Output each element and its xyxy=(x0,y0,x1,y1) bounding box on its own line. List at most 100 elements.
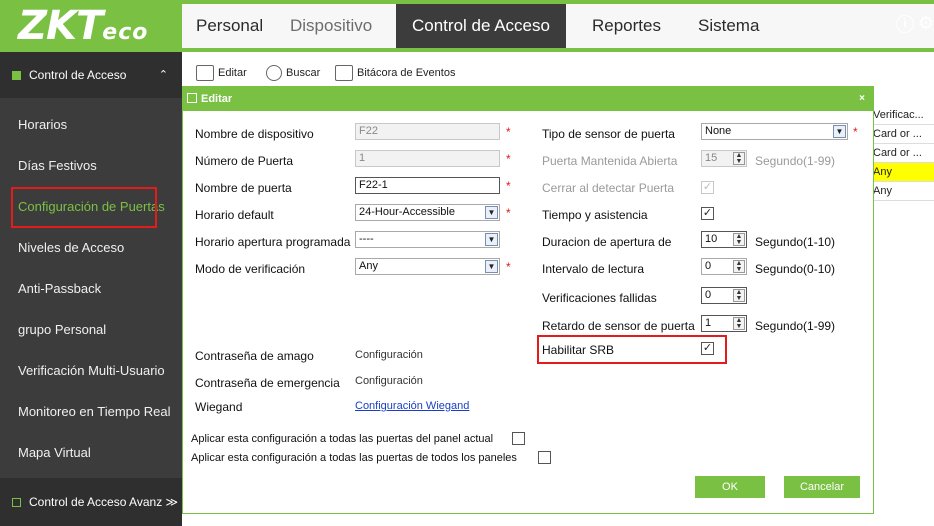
required-mark: * xyxy=(506,179,511,193)
sidebar-item-niveles-acceso[interactable]: Niveles de Acceso xyxy=(0,228,182,268)
event-log-button[interactable]: Bitácora de Eventos xyxy=(335,60,455,86)
spinner-icon[interactable]: ▲ ▼ xyxy=(733,289,745,302)
spinner-icon[interactable]: ▲ ▼ xyxy=(733,233,745,246)
close-icon[interactable]: × xyxy=(859,87,865,111)
cancel-button[interactable]: Cancelar xyxy=(784,476,860,498)
open-duration-label: Duracion de apertura de xyxy=(542,235,672,249)
apply-panel-label: Aplicar esta configuración a todas las p… xyxy=(191,433,494,445)
duress-password-label: Contraseña de amago xyxy=(195,349,314,363)
read-interval-label: Intervalo de lectura xyxy=(542,262,645,276)
sidebar-item-horarios[interactable]: Horarios xyxy=(0,105,182,145)
sidebar-item-monitoreo[interactable]: Monitoreo en Tiempo Real xyxy=(0,392,182,432)
sensor-delay-label: Retardo de sensor de puerta xyxy=(542,319,695,333)
open-schedule-label: Horario apertura programada xyxy=(195,235,351,249)
required-mark: * xyxy=(506,260,511,274)
brand-logo: ZKTeco xyxy=(0,0,182,52)
edit-button[interactable]: Editar xyxy=(196,60,247,86)
open-schedule-select[interactable]: ---- ▼ xyxy=(355,231,500,248)
door-number-field: 1 xyxy=(355,150,500,167)
held-open-label: Puerta Mantenida Abierta xyxy=(542,154,678,168)
menu-sistema[interactable]: Sistema xyxy=(698,4,759,48)
sensor-delay-unit: Segundo(1-99) xyxy=(755,319,836,333)
sidebar-item-dias-festivos[interactable]: Días Festivos xyxy=(0,146,182,186)
held-open-unit: Segundo(1-99) xyxy=(755,154,836,168)
verify-mode-value: Any xyxy=(359,260,378,272)
read-interval-value: 0 xyxy=(705,260,712,272)
read-interval-stepper[interactable]: 0 ▲ ▼ xyxy=(701,258,747,275)
door-number-label: Número de Puerta xyxy=(195,154,294,168)
table-cell[interactable]: Any xyxy=(870,182,934,201)
wiegand-config-link[interactable]: Configuración Wiegand xyxy=(355,400,469,412)
menu-personal[interactable]: Personal xyxy=(196,4,263,48)
edit-icon xyxy=(196,65,214,82)
emergency-password-config[interactable]: Configuración xyxy=(355,375,423,387)
verify-mode-select[interactable]: Any ▼ xyxy=(355,258,500,275)
spinner-icon[interactable]: ▲ ▼ xyxy=(733,260,745,273)
table-cell[interactable]: Any xyxy=(870,163,934,182)
menu-dispositivo[interactable]: Dispositivo xyxy=(290,4,372,48)
default-schedule-label: Horario default xyxy=(195,208,274,222)
door-table-peek: Verificac... Card or ... Card or ... Any… xyxy=(870,106,934,201)
sidebar-item-mapa-virtual[interactable]: Mapa Virtual xyxy=(0,433,182,473)
edit-door-dialog: Editar × Nombre de dispositivo F22 * Núm… xyxy=(182,86,874,514)
open-duration-stepper[interactable]: 10 ▲ ▼ xyxy=(701,231,747,248)
spinner-icon: ▲ ▼ xyxy=(733,152,745,165)
sidebar-footer-section[interactable]: Control de Acceso Avanz ≫ xyxy=(0,478,182,526)
verify-mode-label: Modo de verificación xyxy=(195,262,306,276)
module-icon xyxy=(12,71,21,81)
dropdown-arrow-icon: ▼ xyxy=(485,260,498,273)
door-name-label: Nombre de puerta xyxy=(195,181,292,195)
sidebar-item-anti-passback[interactable]: Anti-Passback xyxy=(0,269,182,309)
failed-verifications-stepper[interactable]: 0 ▲ ▼ xyxy=(701,287,747,304)
gear-icon[interactable]: ⚙ xyxy=(918,13,934,33)
selection-highlight-box xyxy=(11,187,157,228)
sensor-type-select[interactable]: None ▼ xyxy=(701,123,848,140)
spinner-icon[interactable]: ▲ ▼ xyxy=(733,317,745,330)
close-detect-label: Cerrar al detectar Puerta xyxy=(542,181,675,195)
ok-button[interactable]: OK xyxy=(695,476,765,498)
search-button[interactable]: Buscar xyxy=(266,60,320,86)
time-attendance-label: Tiempo y asistencia xyxy=(542,208,648,222)
dropdown-arrow-icon: ▼ xyxy=(485,206,498,219)
sidebar-item-multi-usuario[interactable]: Verificación Multi-Usuario xyxy=(0,351,182,391)
main-menu: Personal Dispositivo Control de Acceso R… xyxy=(182,4,934,48)
door-name-field[interactable]: F22-1 xyxy=(355,177,500,194)
required-mark: * xyxy=(853,125,858,139)
sidebar-section-header[interactable]: Control de Acceso ⌃ xyxy=(0,52,182,98)
failed-verifications-value: 0 xyxy=(705,289,712,301)
sidebar: Control de Acceso ⌃ Horarios Días Festiv… xyxy=(0,52,182,526)
apply-all-label: Aplicar esta configuración a todas las p… xyxy=(191,452,517,464)
sensor-type-value: None xyxy=(705,125,732,137)
time-attendance-checkbox[interactable]: ✓ xyxy=(701,207,714,220)
read-interval-unit: Segundo(0-10) xyxy=(755,262,836,276)
table-header-cell: Verificac... xyxy=(870,106,934,125)
default-schedule-value: 24-Hour-Accessible xyxy=(359,206,455,218)
dialog-icon xyxy=(187,93,197,103)
device-name-field: F22 xyxy=(355,123,500,140)
info-icon[interactable]: i xyxy=(896,15,914,33)
sidebar-item-grupo-personal[interactable]: grupo Personal xyxy=(0,310,182,350)
close-detect-checkbox: ✓ xyxy=(701,181,714,194)
apply-all-checkbox[interactable] xyxy=(538,451,551,464)
dialog-title: Editar xyxy=(201,93,233,105)
table-cell[interactable]: Card or ... xyxy=(870,144,934,163)
device-name-label: Nombre de dispositivo xyxy=(195,127,314,141)
held-open-stepper: 15 ▲ ▼ xyxy=(701,150,747,167)
double-chevron-down-icon: ≫ xyxy=(165,495,179,509)
dialog-title-bar: Editar × xyxy=(183,87,873,111)
search-icon xyxy=(266,65,282,82)
duress-password-config[interactable]: Configuración xyxy=(355,349,423,361)
menu-reportes[interactable]: Reportes xyxy=(592,4,661,48)
table-cell[interactable]: Card or ... xyxy=(870,125,934,144)
event-log-button-label: Bitácora de Eventos xyxy=(357,67,456,79)
sensor-delay-stepper[interactable]: 1 ▲ ▼ xyxy=(701,315,747,332)
sidebar-header-label: Control de Acceso xyxy=(29,68,127,82)
default-schedule-select[interactable]: 24-Hour-Accessible ▼ xyxy=(355,204,500,221)
top-bar: ZKTeco Personal Dispositivo Control de A… xyxy=(0,0,934,52)
required-mark: * xyxy=(506,125,511,139)
menu-control-de-acceso[interactable]: Control de Acceso xyxy=(396,4,566,48)
event-log-icon xyxy=(335,65,353,82)
dropdown-arrow-icon: ▼ xyxy=(833,125,846,138)
sensor-type-label: Tipo de sensor de puerta xyxy=(542,127,675,141)
apply-panel-checkbox[interactable] xyxy=(512,432,525,445)
